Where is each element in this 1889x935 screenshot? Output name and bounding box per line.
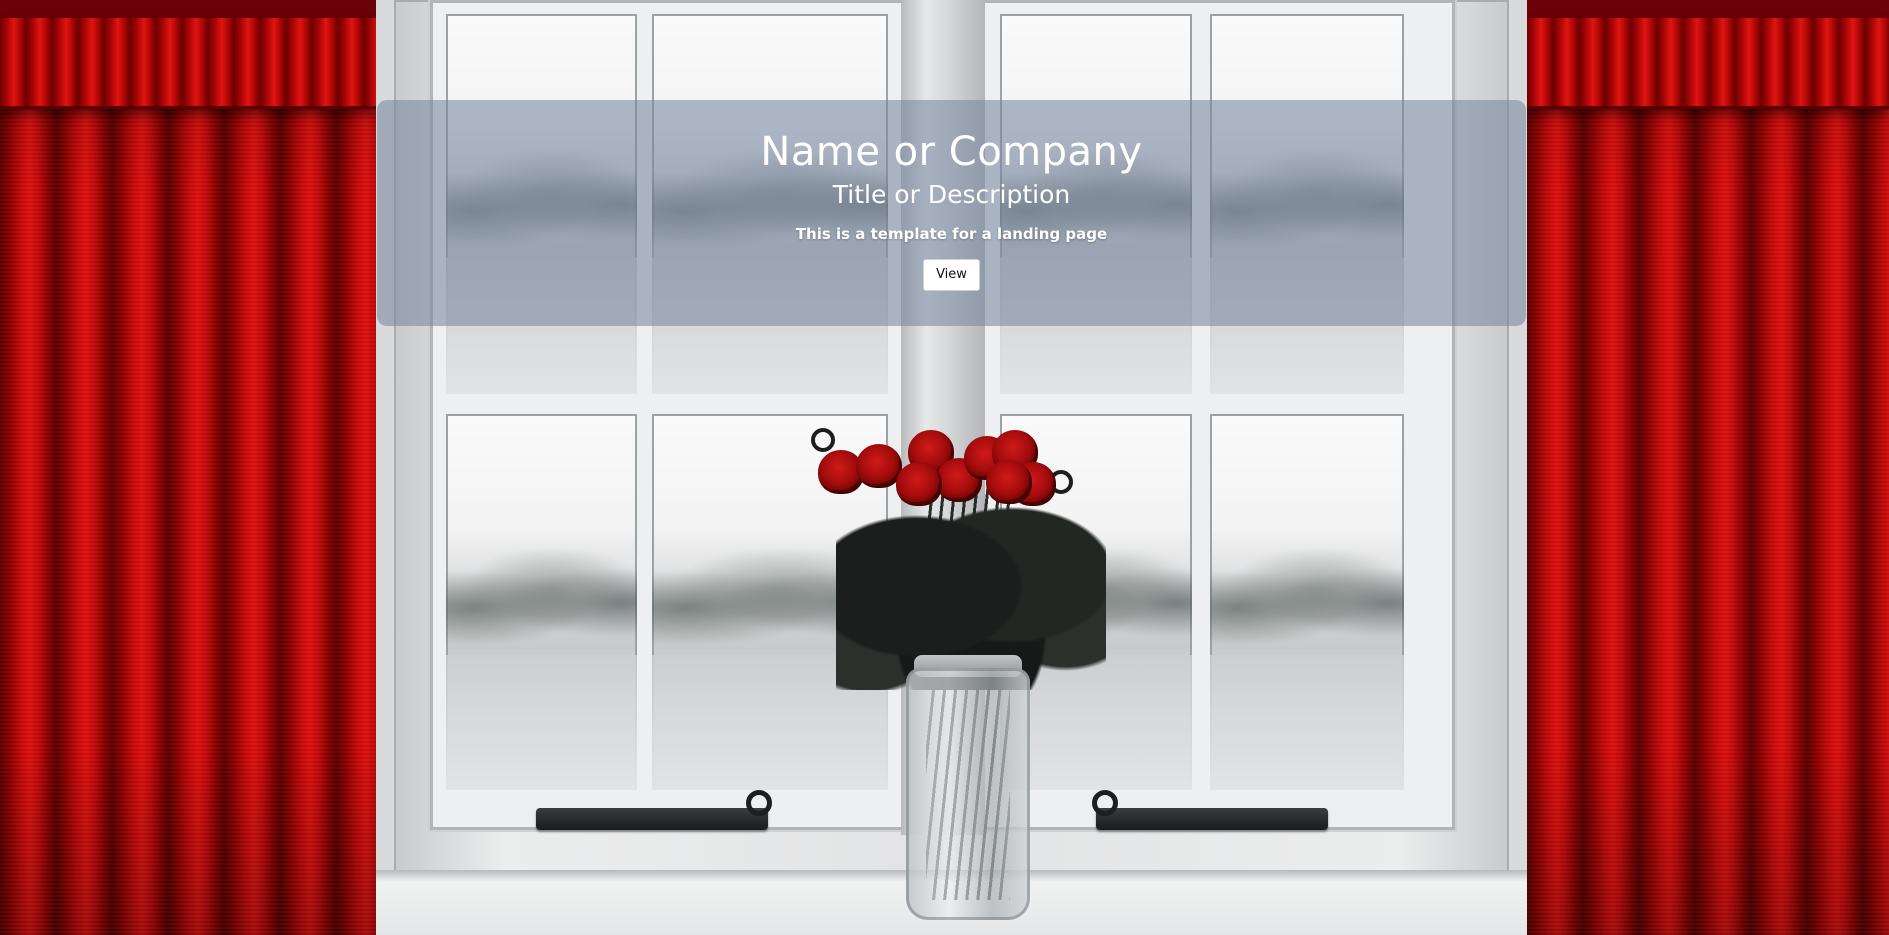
window-pane — [1210, 414, 1404, 790]
view-button[interactable]: View — [923, 259, 980, 291]
rose-bouquet — [796, 400, 1126, 930]
left-curtain-fabric — [0, 0, 376, 935]
window-hook — [811, 428, 835, 452]
hero-title: Name or Company — [760, 129, 1143, 175]
left-curtain-gather — [0, 18, 376, 109]
right-curtain-gather — [1527, 18, 1889, 109]
window-pane — [446, 414, 637, 790]
left-window-latch — [536, 790, 772, 830]
right-curtain-fabric — [1527, 0, 1889, 935]
left-curtain — [0, 0, 376, 935]
hero-subtitle: Title or Description — [832, 180, 1071, 209]
rose — [896, 462, 942, 506]
hero-description: This is a template for a landing page — [795, 225, 1108, 243]
rose — [986, 460, 1032, 504]
glass-jar — [906, 668, 1030, 920]
landing-page: Name or Company Title or Description Thi… — [0, 0, 1889, 935]
hero-banner: Name or Company Title or Description Thi… — [377, 100, 1526, 326]
right-curtain-top-band — [1527, 0, 1889, 20]
right-curtain — [1527, 0, 1889, 935]
left-curtain-top-band — [0, 0, 376, 20]
right-window-latch — [1092, 790, 1328, 830]
